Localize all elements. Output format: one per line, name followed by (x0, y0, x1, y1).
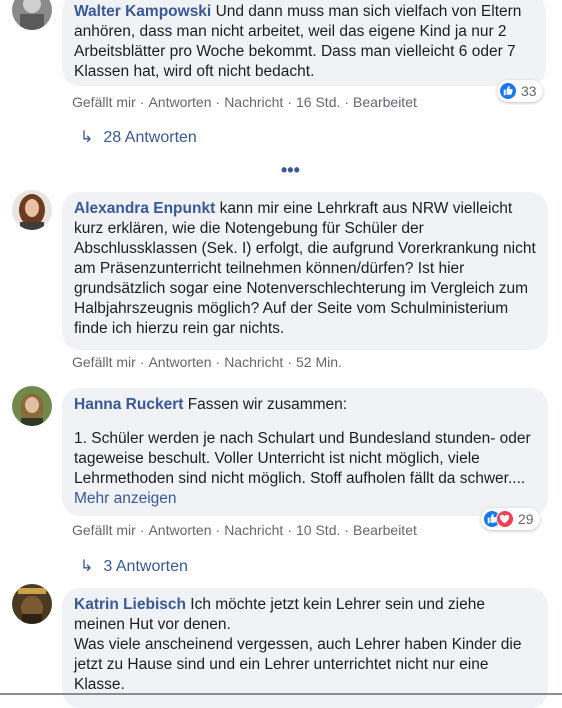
view-replies-link[interactable]: ↳ 28 Antworten (80, 127, 197, 147)
edited-label: Bearbeitet (353, 94, 417, 110)
comment-actions: Gefällt mir · Antworten · Nachricht · 16 Std. ·… (72, 94, 417, 110)
comment-text-continued: 1. Schüler werden je nach Schulart und B… (74, 430, 531, 507)
comment-text: kann mir eine Lehrkraft aus NRW vielleic… (74, 200, 536, 337)
comment-author[interactable]: Alexandra Enpunkt (74, 200, 215, 217)
see-more-link[interactable]: Mehr anzeigen (74, 490, 177, 507)
like-button[interactable]: Gefällt mir (72, 94, 136, 110)
message-button[interactable]: Nachricht (224, 94, 283, 110)
avatar-katrin[interactable] (12, 584, 52, 624)
edited-label: Bearbeitet (353, 522, 417, 538)
view-replies-link[interactable]: ↳ 3 Antworten (80, 556, 188, 576)
comment-actions: Gefällt mir · Antworten · Nachricht · 10 Std. ·… (72, 522, 417, 538)
reaction-count: 29 (518, 511, 534, 527)
reaction-summary[interactable]: 29 (481, 508, 540, 530)
comment-bubble: Katrin Liebisch Ich möchte jetzt kein Le… (62, 588, 548, 708)
comment-bubble: Walter Kampowski Und dann muss man sich … (62, 0, 546, 86)
like-button[interactable]: Gefällt mir (72, 522, 136, 538)
love-reaction-icon (496, 510, 514, 528)
like-reaction-icon (499, 82, 517, 100)
comment-timestamp[interactable]: 52 Min. (296, 354, 342, 370)
reply-arrow-icon: ↳ (80, 558, 94, 575)
reaction-count: 33 (521, 83, 537, 99)
comment-author[interactable]: Hanna Ruckert (74, 396, 183, 413)
message-button[interactable]: Nachricht (224, 354, 283, 370)
like-button[interactable]: Gefällt mir (72, 354, 136, 370)
reply-arrow-icon: ↳ (80, 129, 94, 146)
comment-timestamp[interactable]: 10 Std. (296, 522, 340, 538)
reply-button[interactable]: Antworten (148, 354, 211, 370)
reply-button[interactable]: Antworten (148, 94, 211, 110)
comment-text-continued: Was viele anscheinend vergessen, auch Le… (74, 636, 522, 693)
avatar-alexandra[interactable] (12, 190, 52, 230)
avatar-hanna[interactable] (12, 386, 52, 426)
replies-count: 28 Antworten (103, 129, 197, 146)
reaction-summary[interactable]: 33 (497, 80, 543, 102)
more-comments-indicator[interactable]: ••• (281, 160, 300, 181)
comment-author[interactable]: Katrin Liebisch (74, 596, 186, 613)
comment-author[interactable]: Walter Kampowski (74, 3, 211, 20)
reply-button[interactable]: Antworten (148, 522, 211, 538)
replies-count: 3 Antworten (103, 558, 188, 575)
comment-timestamp[interactable]: 16 Std. (296, 94, 340, 110)
comment-bubble: Hanna Ruckert Fassen wir zusammen: 1. Sc… (62, 388, 548, 516)
avatar-walter[interactable] (12, 0, 52, 30)
comment-actions: Gefällt mir · Antworten · Nachricht · 52 Min. (72, 354, 342, 370)
message-button[interactable]: Nachricht (224, 522, 283, 538)
comment-bubble: Alexandra Enpunkt kann mir eine Lehrkraf… (62, 192, 548, 350)
comment-text: Fassen wir zusammen: (187, 396, 348, 413)
